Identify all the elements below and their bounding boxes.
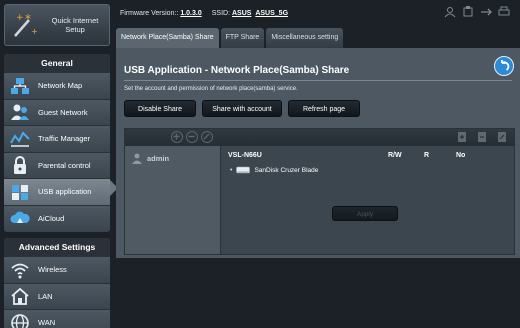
remove-account-icon[interactable]: [186, 131, 198, 143]
usb-status-icon[interactable]: [462, 6, 474, 18]
lock-icon: [10, 155, 30, 175]
sidebar-item-label: Network Map: [38, 81, 83, 91]
ssid-label: SSID:: [211, 9, 231, 17]
puzzle-icon: [10, 182, 30, 202]
general-title: General: [4, 54, 110, 72]
title-divider: [124, 80, 512, 81]
apply-button[interactable]: Apply: [332, 206, 398, 221]
share-table: admin VSL-N66U R/W R No • SanDisk Cruzer…: [124, 128, 515, 255]
back-button[interactable]: [494, 56, 514, 76]
svg-text:+: +: [16, 13, 24, 23]
user-icon: [131, 152, 143, 164]
sidebar-item-label: USB application: [38, 187, 92, 197]
delete-folder-icon[interactable]: [476, 131, 488, 143]
svg-text:+: +: [31, 27, 38, 36]
add-folder-icon[interactable]: [456, 131, 468, 143]
firmware-version-link[interactable]: 1.0.3.0: [180, 10, 201, 17]
sidebar-item-wan[interactable]: WAN: [4, 309, 110, 328]
menu-group-general: General Network Map Guest Network Traffi…: [4, 54, 110, 232]
svg-text:*: *: [25, 12, 31, 26]
status-icons: [444, 6, 510, 18]
qis-label: Quick Internet Setup: [51, 16, 99, 34]
menu-group-advanced: Advanced Settings Wireless LAN WAN: [4, 238, 110, 328]
column-rw: R/W: [388, 152, 402, 159]
account-controls: [171, 131, 213, 143]
sidebar-item-label: Guest Network: [38, 107, 88, 117]
disk-name: SanDisk Cruzer Blade: [254, 167, 319, 174]
disk-row[interactable]: • SanDisk Cruzer Blade: [230, 166, 318, 175]
add-account-icon[interactable]: [171, 131, 183, 143]
share-permissions: VSL-N66U R/W R No • SanDisk Cruzer Blade…: [222, 146, 514, 254]
home-icon: [10, 286, 30, 306]
sidebar-item-network-map[interactable]: Network Map: [4, 72, 110, 99]
guest-network-icon: [10, 102, 30, 122]
firmware-label: Firmware Version::: [120, 9, 179, 17]
ssid-link-5g[interactable]: ASUS_5G: [255, 10, 288, 17]
back-arrow-icon: [494, 56, 514, 76]
usb-disk-icon: [236, 166, 251, 175]
sidebar: * + + Quick Internet Setup General Netwo…: [4, 4, 118, 328]
sidebar-item-aicloud[interactable]: AiCloud: [4, 204, 110, 231]
printer-icon[interactable]: [498, 6, 510, 18]
sidebar-item-lan[interactable]: LAN: [4, 282, 110, 309]
sidebar-item-parental-control[interactable]: Parental control: [4, 151, 110, 178]
account-list: admin: [125, 146, 221, 254]
column-r: R: [424, 152, 430, 159]
expand-icon[interactable]: •: [230, 167, 232, 174]
sidebar-item-guest-network[interactable]: Guest Network: [4, 98, 110, 125]
modify-folder-icon[interactable]: [496, 131, 508, 143]
refresh-page-button[interactable]: Refresh page: [288, 100, 360, 117]
traffic-manager-icon: [10, 129, 30, 149]
cloud-icon: [10, 208, 30, 228]
clients-icon[interactable]: [444, 6, 456, 18]
tab-misc-setting[interactable]: Miscellaneous setting: [266, 28, 344, 48]
tab-bar: Network Place(Samba) Share FTP Share Mis…: [116, 28, 344, 48]
host-header-row: VSL-N66U R/W R No: [228, 152, 508, 164]
share-with-account-button[interactable]: Share with account: [202, 100, 282, 117]
tab-ftp-share[interactable]: FTP Share: [220, 28, 265, 48]
ssid-link-24g[interactable]: ASUS: [232, 10, 251, 17]
tab-samba-share[interactable]: Network Place(Samba) Share: [116, 28, 219, 48]
account-name: admin: [147, 153, 170, 163]
sidebar-item-label: AiCloud: [38, 213, 65, 223]
panel-description: Set the account and permission of networ…: [124, 86, 298, 92]
list-item[interactable]: admin: [131, 152, 169, 164]
wand-icon: * + +: [9, 10, 39, 40]
edit-account-icon[interactable]: [201, 131, 213, 143]
status-bar: Firmware Version:: 1.0.3.0 SSID: ASUS AS…: [120, 4, 520, 22]
sidebar-item-label: WAN: [38, 318, 56, 328]
page-title: USB Application - Network Place(Samba) S…: [124, 65, 350, 76]
column-no: No: [456, 152, 466, 159]
usb-plug-icon[interactable]: [480, 6, 492, 18]
main-panel: USB Application - Network Place(Samba) S…: [116, 48, 520, 258]
sidebar-item-usb-application[interactable]: USB application: [4, 178, 110, 205]
folder-controls: [456, 131, 508, 143]
host-name: VSL-N66U: [228, 152, 262, 159]
sidebar-item-label: Traffic Manager: [38, 134, 91, 144]
quick-internet-setup-button[interactable]: * + + Quick Internet Setup: [4, 4, 110, 46]
share-table-toolbar: [125, 129, 514, 146]
sidebar-item-wireless[interactable]: Wireless: [4, 256, 110, 283]
disable-share-button[interactable]: Disable Share: [124, 100, 196, 117]
sidebar-item-label: Parental control: [38, 160, 91, 170]
wifi-icon: [10, 260, 30, 280]
network-map-icon: [10, 76, 30, 96]
sidebar-item-traffic-manager[interactable]: Traffic Manager: [4, 125, 110, 152]
globe-icon: [10, 313, 30, 328]
sidebar-item-label: LAN: [38, 291, 53, 301]
advanced-title: Advanced Settings: [4, 238, 110, 256]
sidebar-item-label: Wireless: [38, 265, 67, 275]
